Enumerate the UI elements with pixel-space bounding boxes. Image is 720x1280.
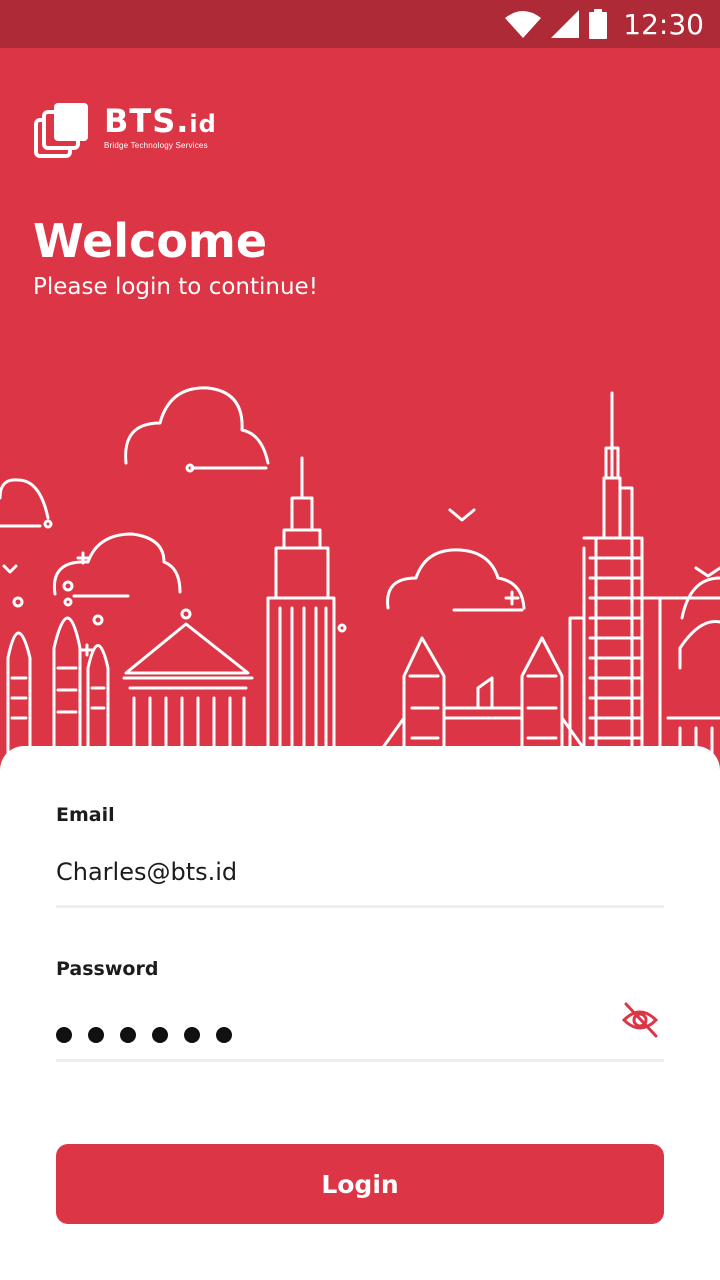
brand-tagline: Bridge Technology Services xyxy=(104,141,208,150)
login-button[interactable]: Login xyxy=(56,1144,664,1224)
city-skyline-illustration xyxy=(0,386,720,778)
password-underline xyxy=(56,1059,664,1062)
status-time: 12:30 xyxy=(623,7,704,41)
logo-mark-icon xyxy=(34,103,88,158)
password-mask-dot xyxy=(216,1027,232,1043)
battery-icon xyxy=(589,9,608,39)
brand-name: BTS.id xyxy=(104,102,217,140)
password-mask-dot xyxy=(184,1027,200,1043)
page-title: Welcome xyxy=(33,214,268,268)
login-form: Email Charles@bts.id Password Login xyxy=(0,746,720,1280)
status-bar: 12:30 xyxy=(0,0,720,48)
password-field[interactable] xyxy=(56,1027,232,1043)
eye-off-icon[interactable] xyxy=(620,1000,660,1040)
password-mask-dot xyxy=(152,1027,168,1043)
signal-icon xyxy=(551,10,580,38)
email-field[interactable]: Charles@bts.id xyxy=(56,858,237,886)
email-label: Email xyxy=(56,804,115,826)
password-mask-dot xyxy=(120,1027,136,1043)
password-label: Password xyxy=(56,958,159,980)
wifi-icon xyxy=(505,11,542,38)
email-underline xyxy=(56,905,664,908)
password-mask-dot xyxy=(88,1027,104,1043)
password-mask-dot xyxy=(56,1027,72,1043)
brand-logo: BTS.id Bridge Technology Services xyxy=(32,102,217,160)
page-subtitle: Please login to continue! xyxy=(33,274,318,300)
hero-section: BTS.id Bridge Technology Services Welcom… xyxy=(0,48,720,778)
